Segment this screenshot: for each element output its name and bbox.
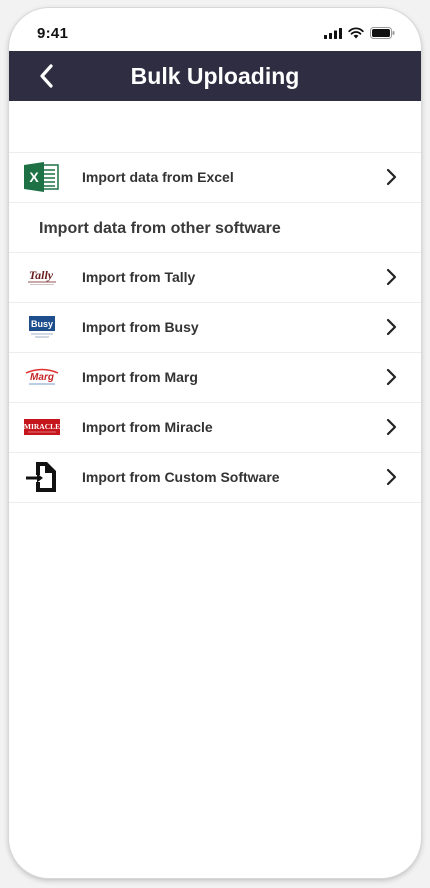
miracle-logo: MIRACLE bbox=[23, 412, 61, 442]
signal-icon bbox=[324, 27, 342, 39]
svg-text:Tally: Tally bbox=[29, 268, 54, 282]
import-miracle-label: Import from Miracle bbox=[82, 419, 213, 435]
busy-logo: Busy bbox=[23, 312, 61, 342]
import-excel-label: Import data from Excel bbox=[82, 169, 234, 185]
marg-logo: Marg bbox=[23, 362, 61, 392]
chevron-right-icon bbox=[386, 168, 397, 186]
excel-icon: X bbox=[23, 162, 61, 192]
chevron-right-icon bbox=[386, 268, 397, 286]
import-marg-label: Import from Marg bbox=[82, 369, 198, 385]
svg-text:X: X bbox=[29, 169, 39, 185]
import-marg-row[interactable]: Marg Import from Marg bbox=[9, 352, 421, 403]
wifi-icon bbox=[348, 27, 364, 39]
import-excel-row[interactable]: X Import data from Excel bbox=[9, 152, 421, 203]
tally-logo: Tally bbox=[23, 262, 61, 292]
status-icons bbox=[324, 27, 395, 39]
app-header: Bulk Uploading bbox=[9, 51, 421, 101]
import-custom-row[interactable]: Import from Custom Software bbox=[9, 452, 421, 503]
chevron-right-icon bbox=[386, 468, 397, 486]
import-miracle-row[interactable]: MIRACLE Import from Miracle bbox=[9, 402, 421, 453]
file-import-icon bbox=[23, 462, 61, 492]
battery-icon bbox=[370, 27, 395, 39]
import-tally-row[interactable]: Tally Import from Tally bbox=[9, 252, 421, 303]
section-heading: Import data from other software bbox=[39, 220, 281, 237]
svg-text:Marg: Marg bbox=[30, 372, 54, 383]
import-busy-label: Import from Busy bbox=[82, 319, 199, 335]
import-tally-label: Import from Tally bbox=[82, 269, 196, 285]
import-custom-label: Import from Custom Software bbox=[82, 469, 280, 485]
svg-text:Busy: Busy bbox=[31, 319, 53, 329]
chevron-right-icon bbox=[386, 318, 397, 336]
svg-text:MIRACLE: MIRACLE bbox=[24, 422, 60, 431]
status-bar: 9:41 bbox=[9, 8, 421, 52]
import-busy-row[interactable]: Busy Import from Busy bbox=[9, 302, 421, 353]
page-title: Bulk Uploading bbox=[130, 63, 300, 89]
chevron-right-icon bbox=[386, 368, 397, 386]
phone-frame: 9:41 Bulk Uploading X Import data from E… bbox=[9, 8, 421, 878]
chevron-right-icon bbox=[386, 418, 397, 436]
status-time: 9:41 bbox=[37, 25, 69, 42]
